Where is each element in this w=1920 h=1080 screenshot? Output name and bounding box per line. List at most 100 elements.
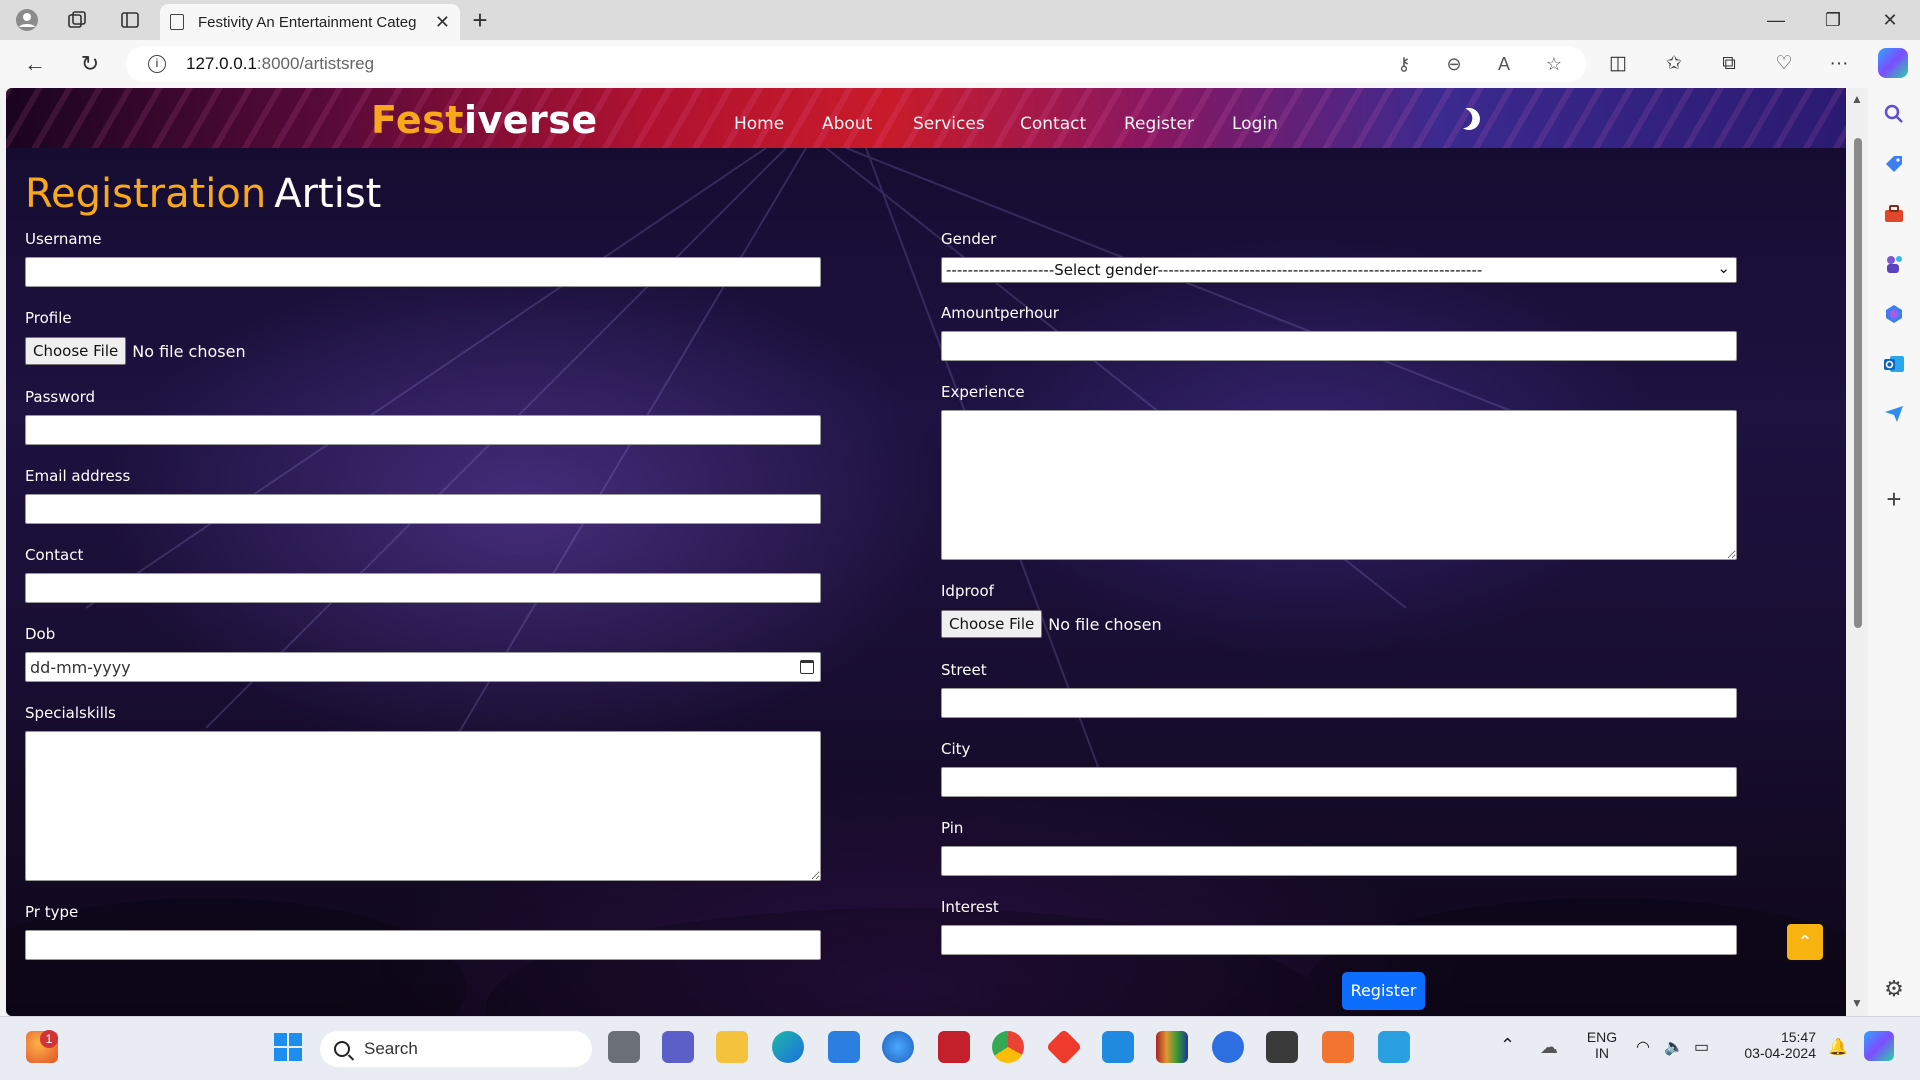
register-submit-button[interactable]: Register [1342, 972, 1425, 1010]
language-indicator[interactable]: ENG IN [1584, 1029, 1620, 1061]
sidebar-games-icon[interactable] [1882, 252, 1906, 276]
nav-home[interactable]: Home [734, 114, 784, 134]
sidebar-copilot365-icon[interactable] [1882, 302, 1906, 326]
reload-icon[interactable]: ↻ [75, 50, 105, 78]
url-path: :8000/artistsreg [256, 54, 375, 73]
contact-input[interactable] [25, 573, 821, 603]
address-bar[interactable]: i 127.0.0.1:8000/artistsreg [126, 46, 1586, 82]
dob-input[interactable]: dd-mm-yyyy [25, 652, 821, 682]
chrome-icon[interactable] [992, 1031, 1024, 1063]
terminal-icon[interactable] [1266, 1031, 1298, 1063]
file-explorer-icon[interactable] [716, 1031, 748, 1063]
app-launcher-icon[interactable] [1212, 1031, 1244, 1063]
taskbar-search-box[interactable]: Search [320, 1031, 592, 1067]
favorites-icon[interactable]: ✩ [1658, 50, 1690, 78]
clock-date: 03-04-2024 [1744, 1045, 1816, 1061]
browser-tab-bar: Festivity An Entertainment Categ ✕ + — ❐… [0, 0, 1920, 40]
page-title: Registration Artist [25, 171, 381, 217]
profile-icon[interactable] [13, 6, 41, 34]
amountperhour-input[interactable] [941, 331, 1737, 361]
nav-services[interactable]: Services [913, 114, 985, 134]
scroll-up-icon[interactable]: ▲ [1851, 92, 1863, 106]
site-logo[interactable]: Festiverse [371, 98, 598, 142]
sidebar-outlook-icon[interactable] [1882, 352, 1906, 376]
xampp-icon[interactable] [1322, 1031, 1354, 1063]
tab-close-icon[interactable]: ✕ [435, 12, 450, 33]
prtype-input[interactable] [25, 930, 821, 960]
pin-input[interactable] [941, 846, 1737, 876]
sidebar-shopping-icon[interactable] [1882, 152, 1906, 176]
teams-icon[interactable] [662, 1031, 694, 1063]
prtype-label: Pr type [25, 903, 79, 921]
contact-label: Contact [25, 546, 84, 564]
tray-overflow-chevron-icon[interactable]: ⌃ [1500, 1035, 1515, 1056]
specialskills-textarea[interactable] [25, 731, 821, 881]
sidebar-add-icon[interactable]: + [1882, 484, 1906, 515]
mcafee-icon[interactable] [938, 1031, 970, 1063]
sidebar-search-icon[interactable] [1882, 102, 1906, 126]
password-input[interactable] [25, 415, 821, 445]
onedrive-icon[interactable]: ☁ [1540, 1037, 1558, 1058]
sidebar-tools-icon[interactable] [1882, 202, 1906, 226]
store-icon[interactable] [828, 1031, 860, 1063]
notepad-icon[interactable] [1378, 1031, 1410, 1063]
tab-actions-icon[interactable] [116, 6, 144, 34]
clock[interactable]: 15:47 03-04-2024 [1736, 1029, 1816, 1061]
password-key-icon[interactable]: ⚷ [1390, 50, 1418, 78]
minimize-button[interactable]: — [1756, 6, 1796, 34]
browser-essentials-icon[interactable]: ♡ [1768, 50, 1800, 78]
sidebar-settings-icon[interactable]: ⚙ [1882, 976, 1906, 1002]
collections-icon[interactable]: ⧉ [1713, 50, 1745, 78]
windows-start-icon[interactable] [272, 1031, 304, 1063]
url-host: 127.0.0.1 [186, 54, 257, 73]
username-input[interactable] [25, 257, 821, 287]
page-scrollbar[interactable]: ▲ ▼ [1846, 88, 1868, 1016]
tab-active[interactable]: Festivity An Entertainment Categ ✕ [160, 4, 460, 40]
amountperhour-label: Amountperhour [941, 304, 1059, 322]
restore-button[interactable]: ❐ [1813, 6, 1853, 34]
notifications-bell-icon[interactable]: 🔔 [1828, 1037, 1848, 1057]
calendar-icon[interactable] [800, 660, 814, 674]
copilot-icon[interactable] [1878, 48, 1908, 78]
workspaces-icon[interactable] [63, 6, 91, 34]
wifi-icon[interactable]: ◠ [1636, 1037, 1650, 1057]
scrollbar-thumb[interactable] [1854, 138, 1862, 628]
city-input[interactable] [941, 767, 1737, 797]
new-tab-button[interactable]: + [466, 6, 494, 34]
anydesk-icon[interactable] [1045, 1028, 1083, 1066]
email-input[interactable] [25, 494, 821, 524]
interest-input[interactable] [941, 925, 1737, 955]
edge-taskbar-icon[interactable] [772, 1031, 804, 1063]
split-screen-icon[interactable]: ◫ [1602, 50, 1634, 78]
scroll-down-icon[interactable]: ▼ [1851, 996, 1863, 1010]
vscode-icon[interactable] [1102, 1031, 1134, 1063]
taskbar-search-placeholder: Search [364, 1039, 418, 1058]
address-bar-row: ← ↻ i 127.0.0.1:8000/artistsreg ⚷ ⊖ A ☆ … [0, 40, 1920, 88]
winrar-icon[interactable] [1156, 1031, 1188, 1063]
task-view-icon[interactable] [608, 1031, 640, 1063]
read-aloud-icon[interactable]: A [1490, 50, 1518, 78]
street-input[interactable] [941, 688, 1737, 718]
weather-notification-badge: 1 [40, 1030, 58, 1048]
nav-about[interactable]: About [822, 114, 872, 134]
favorite-star-icon[interactable]: ☆ [1540, 50, 1568, 78]
nav-contact[interactable]: Contact [1020, 114, 1086, 134]
idproof-choose-file-button[interactable]: Choose File [941, 610, 1043, 638]
sidebar-drop-icon[interactable] [1882, 402, 1906, 426]
battery-icon[interactable]: ▭ [1694, 1037, 1709, 1057]
experience-textarea[interactable] [941, 410, 1737, 560]
settings-more-icon[interactable]: ··· [1823, 50, 1855, 78]
gender-select[interactable]: --------------------Select gender-------… [941, 257, 1737, 283]
zoom-out-icon[interactable]: ⊖ [1440, 50, 1468, 78]
site-info-icon[interactable]: i [148, 55, 166, 73]
nav-register[interactable]: Register [1124, 114, 1194, 134]
back-icon[interactable]: ← [20, 50, 50, 78]
profile-file-picker: Choose File No file chosen [25, 337, 246, 365]
copilot-taskbar-icon[interactable] [1864, 1031, 1894, 1061]
close-window-button[interactable]: ✕ [1870, 6, 1910, 34]
nav-login[interactable]: Login [1232, 114, 1278, 134]
volume-icon[interactable]: 🔈 [1664, 1037, 1684, 1057]
back-to-top-button[interactable]: ⌃ [1787, 924, 1823, 960]
profile-choose-file-button[interactable]: Choose File [25, 337, 127, 365]
help-icon[interactable] [882, 1031, 914, 1063]
